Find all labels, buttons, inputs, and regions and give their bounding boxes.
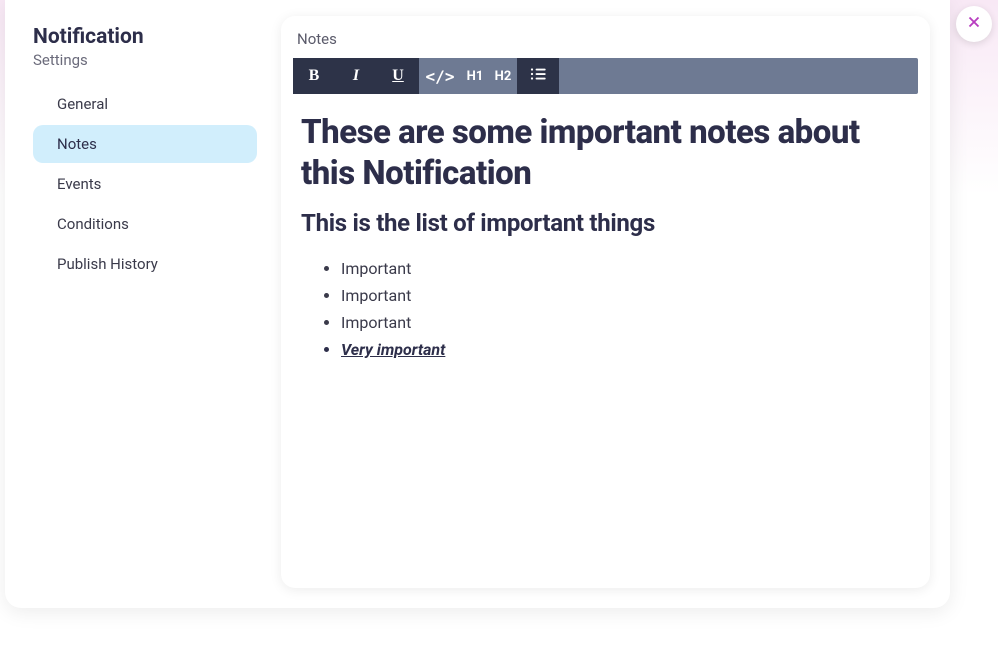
close-icon [965,13,983,35]
list-item: Very important [341,336,910,363]
content-heading-1: These are some important notes about thi… [301,112,910,195]
sidebar-nav: General Notes Events Conditions Publish … [33,85,257,283]
sidebar-item-label: Notes [57,135,97,153]
sidebar-item-conditions[interactable]: Conditions [33,205,257,243]
code-button[interactable]: </> [419,58,461,94]
bullet-list-button[interactable] [517,58,559,94]
content-bullet-list: Important Important Important Very impor… [301,255,910,364]
bold-button[interactable]: B [293,58,335,94]
sidebar-item-label: Conditions [57,215,129,233]
sidebar-item-label: Publish History [57,255,158,273]
list-item: Important [341,255,910,282]
sidebar-item-events[interactable]: Events [33,165,257,203]
list-icon [529,65,547,87]
content-area: Notes B I U </> H1 H2 [265,0,950,608]
list-item: Important [341,282,910,309]
h2-button[interactable]: H2 [489,58,517,94]
italic-button[interactable]: I [335,58,377,94]
editor-panel: Notes B I U </> H1 H2 [281,16,930,588]
settings-panel: Notification Settings General Notes Even… [5,0,950,608]
toolbar-group-list [517,58,559,94]
sidebar-item-label: General [57,95,108,113]
underline-button[interactable]: U [377,58,419,94]
page-title: Notification [33,24,257,51]
sidebar: Notification Settings General Notes Even… [5,0,265,608]
list-item: Important [341,309,910,336]
sidebar-item-label: Events [57,175,101,193]
editor-toolbar: B I U </> H1 H2 [293,58,918,94]
page-subtitle: Settings [33,51,257,69]
sidebar-item-publish-history[interactable]: Publish History [33,245,257,283]
content-heading-2: This is the list of important things [301,209,910,237]
h1-button[interactable]: H1 [461,58,489,94]
toolbar-group-formatting: B I U [293,58,419,94]
toolbar-group-blocks: </> H1 H2 [419,58,517,94]
sidebar-item-notes[interactable]: Notes [33,125,257,163]
close-button[interactable] [956,6,992,42]
sidebar-item-general[interactable]: General [33,85,257,123]
editor-content[interactable]: These are some important notes about thi… [281,94,930,588]
panel-header: Notes [281,16,930,58]
